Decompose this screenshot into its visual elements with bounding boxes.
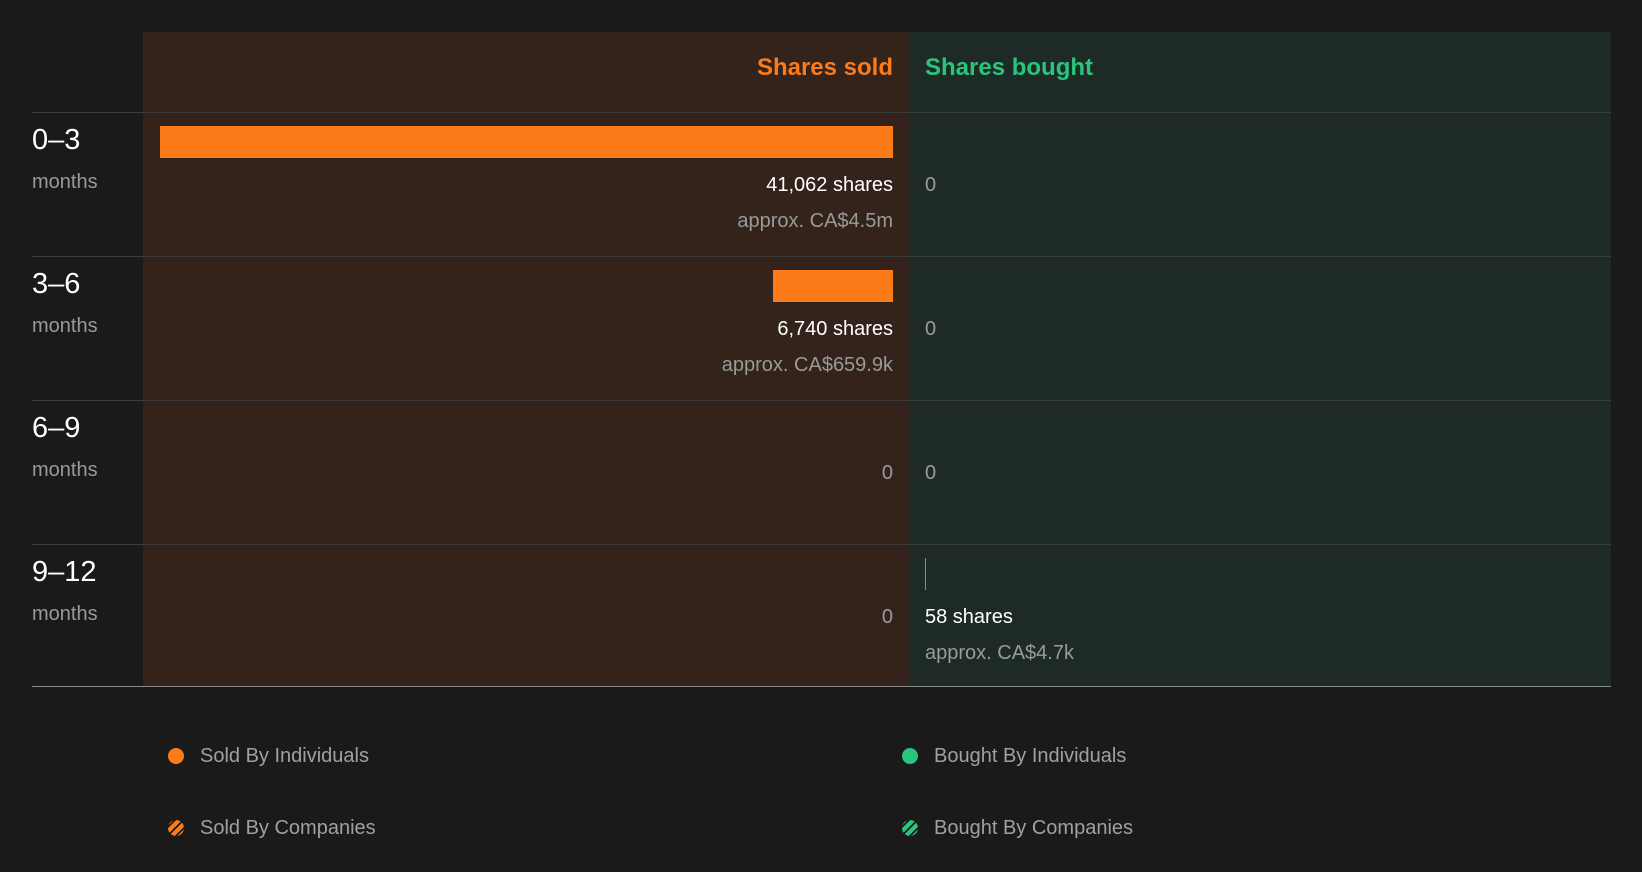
bought-shares-label: 58 shares: [925, 606, 1013, 628]
sold-value-label: approx. CA$4.5m: [737, 210, 893, 232]
period-range: 9–12: [32, 556, 97, 588]
shares-sold-header: Shares sold: [756, 54, 893, 81]
legend-item: Sold By Companies: [168, 814, 376, 842]
solid-swatch-icon: [902, 748, 918, 764]
period-unit: months: [32, 171, 98, 193]
bought-bar: [925, 558, 926, 590]
legend-label: Bought By Individuals: [934, 744, 1127, 767]
sold-bar: [160, 126, 893, 158]
striped-swatch-icon: [168, 820, 184, 836]
bought-shares-label: 0: [925, 174, 937, 196]
striped-swatch-icon: [902, 820, 918, 836]
sold-shares-label: 6,740 shares: [777, 318, 893, 340]
period-unit: months: [32, 603, 98, 625]
sold-shares-label: 0: [881, 606, 893, 628]
bought-value-label: approx. CA$4.7k: [925, 642, 1074, 664]
sold-shares-label: 0: [881, 462, 893, 484]
period-row: 9–12 months 0 58 shares approx. CA$4.7k: [0, 544, 1642, 688]
sold-value-label: approx. CA$659.9k: [721, 354, 893, 376]
legend-label: Sold By Individuals: [200, 744, 369, 767]
period-range: 6–9: [32, 412, 81, 444]
period-row: 0–3 months 41,062 shares approx. CA$4.5m 0: [0, 112, 1642, 256]
period-row: 3–6 months 6,740 shares approx. CA$659.9k 0: [0, 256, 1642, 400]
legend-item: Sold By Individuals: [168, 742, 369, 770]
solid-swatch-icon: [168, 748, 184, 764]
period-unit: months: [32, 315, 98, 337]
insider-trading-chart: Shares sold Shares bought 0–3 months 41,06…: [0, 0, 1642, 872]
legend-item: Bought By Companies: [902, 814, 1133, 842]
bought-shares-label: 0: [925, 462, 937, 484]
legend-item: Bought By Individuals: [902, 742, 1126, 770]
legend-label: Bought By Companies: [934, 816, 1134, 839]
shares-bought-header: Shares bought: [925, 54, 1094, 81]
period-range: 3–6: [32, 268, 81, 300]
legend-label: Sold By Companies: [200, 816, 376, 839]
sold-bar: [772, 270, 893, 302]
period-range: 0–3: [32, 124, 81, 156]
bought-shares-label: 0: [925, 318, 937, 340]
sold-shares-label: 41,062 shares: [766, 174, 893, 196]
period-unit: months: [32, 459, 98, 481]
period-row: 6–9 months 0 0: [0, 400, 1642, 544]
